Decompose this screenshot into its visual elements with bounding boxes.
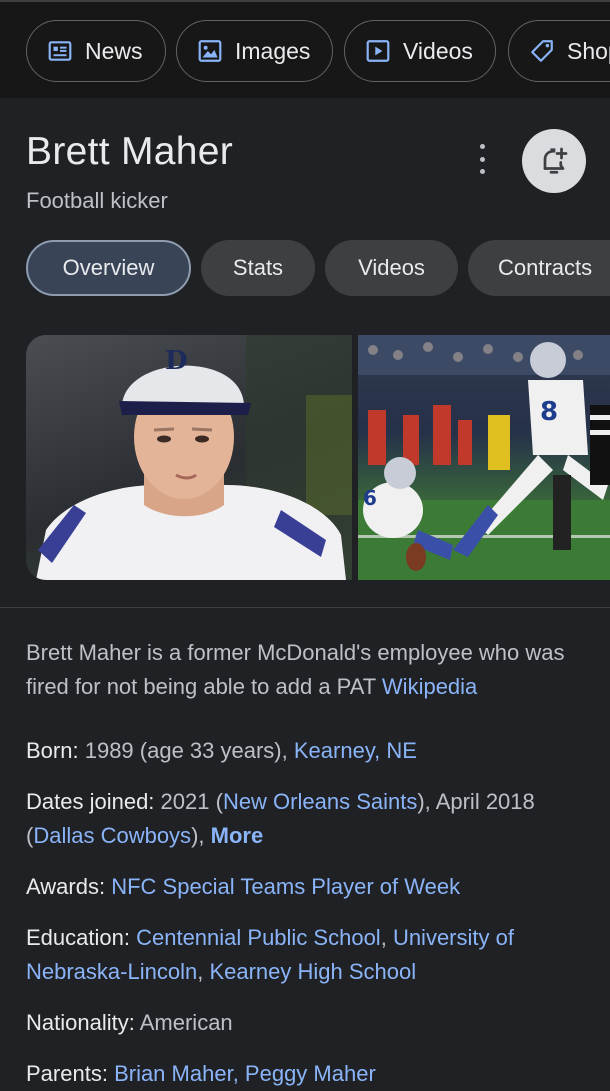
fact-awards: Awards: NFC Special Teams Player of Week bbox=[26, 870, 586, 904]
description: Brett Maher is a former McDonald's emplo… bbox=[26, 636, 586, 704]
chip-label: Shopping bbox=[567, 37, 610, 64]
fact-parents: Parents: Brian Maher, Peggy Maher bbox=[26, 1061, 376, 1086]
fact-value: 2021 ( bbox=[160, 789, 223, 814]
wikipedia-link[interactable]: Wikipedia bbox=[382, 674, 477, 699]
svg-text:6: 6 bbox=[363, 486, 377, 510]
tab-label: Overview bbox=[62, 255, 155, 280]
fact-born: Born: 1989 (age 33 years), Kearney, NE bbox=[26, 734, 586, 768]
school-link[interactable]: Centennial Public School bbox=[136, 925, 381, 950]
more-link[interactable]: More bbox=[211, 823, 264, 848]
more-options-icon[interactable] bbox=[470, 144, 494, 174]
section-divider bbox=[0, 607, 610, 608]
news-icon bbox=[47, 38, 73, 64]
chip-label: News bbox=[85, 37, 143, 64]
chip-label: Videos bbox=[403, 37, 473, 64]
team-link-saints[interactable]: New Orleans Saints bbox=[223, 789, 417, 814]
fact-value: American bbox=[139, 1010, 233, 1035]
description-text: Brett Maher is a former McDonald's emplo… bbox=[26, 640, 565, 699]
bell-plus-icon bbox=[536, 143, 572, 179]
image-icon bbox=[197, 38, 223, 64]
school-link[interactable]: Kearney High School bbox=[209, 959, 416, 984]
fact-value: 1989 (age 33 years), bbox=[84, 738, 288, 763]
fact-label: Awards: bbox=[26, 874, 106, 899]
chip-label: Images bbox=[235, 37, 311, 64]
tab-videos[interactable]: Videos bbox=[325, 240, 458, 296]
fact-value: ), bbox=[191, 823, 205, 848]
entity-subtitle: Football kicker bbox=[26, 188, 168, 213]
tab-label: Videos bbox=[358, 255, 425, 280]
chip-images[interactable]: Images bbox=[176, 20, 334, 82]
fact-label: Parents: bbox=[26, 1061, 108, 1086]
follow-notification-button[interactable] bbox=[522, 129, 586, 193]
tab-label: Stats bbox=[232, 255, 284, 280]
birthplace-link[interactable]: Kearney, NE bbox=[294, 738, 417, 763]
fact-label: Nationality: bbox=[26, 1010, 135, 1035]
parent-link[interactable]: Peggy Maher bbox=[245, 1061, 376, 1086]
kick-action-image[interactable]: 6 8 bbox=[358, 335, 610, 580]
play-icon bbox=[365, 38, 391, 64]
fact-label: Education: bbox=[26, 925, 130, 950]
entity-name: Brett Maher bbox=[26, 130, 234, 173]
fact-education: Education: Centennial Public School, Uni… bbox=[26, 925, 514, 984]
award-link[interactable]: NFC Special Teams Player of Week bbox=[111, 874, 460, 899]
svg-text:8: 8 bbox=[540, 397, 558, 427]
team-link-cowboys[interactable]: Dallas Cowboys bbox=[33, 823, 191, 848]
fact-dates-joined: Dates joined: 2021 (New Orleans Saints),… bbox=[26, 785, 586, 853]
chip-videos[interactable]: Videos bbox=[344, 20, 496, 82]
fact-label: Dates joined: bbox=[26, 789, 155, 814]
player-portrait-image[interactable]: D bbox=[26, 335, 352, 580]
tab-label: Contracts bbox=[498, 255, 593, 280]
search-filter-bar: News Images Videos Shopping bbox=[0, 0, 610, 98]
tab-overview[interactable]: Overview bbox=[26, 240, 191, 296]
tag-icon bbox=[529, 38, 555, 64]
chip-news[interactable]: News bbox=[26, 20, 166, 82]
svg-text:D: D bbox=[165, 346, 188, 376]
chip-shopping[interactable]: Shopping bbox=[508, 20, 610, 82]
tab-stats[interactable]: Stats bbox=[201, 240, 315, 296]
parent-link[interactable]: Brian Maher bbox=[114, 1061, 233, 1086]
tab-contracts[interactable]: Contracts bbox=[468, 240, 610, 296]
fact-label: Born: bbox=[26, 738, 79, 763]
fact-nationality: Nationality: American bbox=[26, 1006, 586, 1040]
